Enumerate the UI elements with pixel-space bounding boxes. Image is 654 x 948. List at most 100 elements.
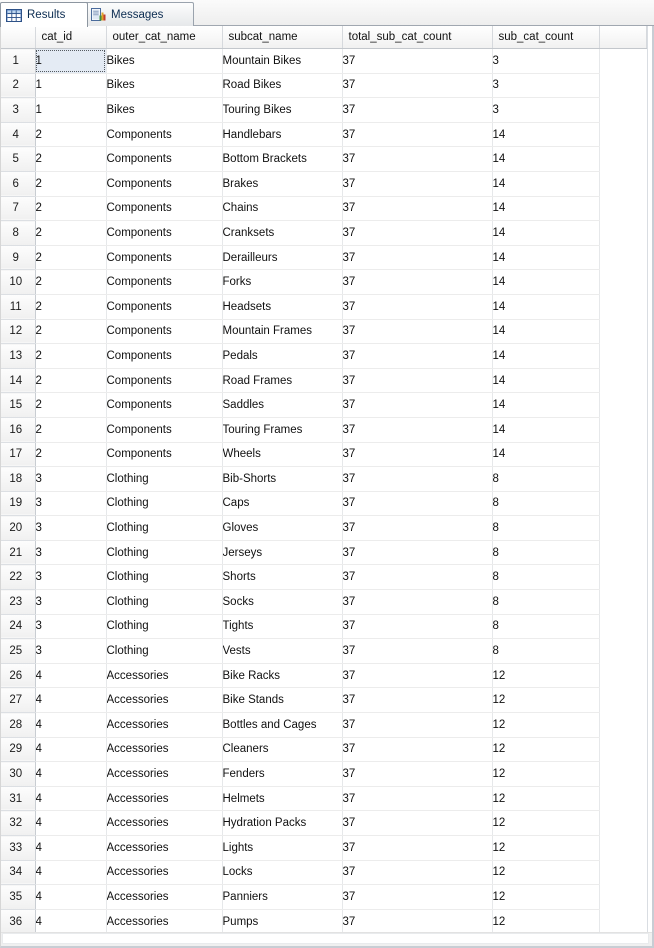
- cell-cat-id[interactable]: 4: [35, 663, 107, 689]
- cell-sub-cat-count[interactable]: 14: [492, 220, 600, 246]
- cell-sub-cat-count[interactable]: 14: [492, 417, 600, 443]
- row-header-cell[interactable]: 23: [1, 589, 36, 615]
- row-header-cell[interactable]: 9: [1, 245, 36, 271]
- cell-subcat-name[interactable]: Vests: [222, 638, 343, 664]
- cell-outer-cat-name[interactable]: Clothing: [106, 614, 223, 640]
- cell-cat-id[interactable]: 2: [35, 319, 107, 345]
- cell-outer-cat-name[interactable]: Accessories: [106, 884, 223, 910]
- table-row[interactable]: 29 4 Accessories Cleaners 37 12: [1, 737, 647, 763]
- cell-sub-cat-count[interactable]: 8: [492, 466, 600, 492]
- table-row[interactable]: 30 4 Accessories Fenders 37 12: [1, 761, 647, 787]
- table-row[interactable]: 6 2 Components Brakes 37 14: [1, 171, 647, 197]
- cell-total-sub-cat-count[interactable]: 37: [342, 860, 493, 886]
- cell-total-sub-cat-count[interactable]: 37: [342, 392, 493, 418]
- row-header-cell[interactable]: 10: [1, 269, 36, 295]
- cell-outer-cat-name[interactable]: Clothing: [106, 564, 223, 591]
- cell-cat-id[interactable]: 3: [35, 466, 107, 492]
- cell-subcat-name[interactable]: Panniers: [222, 884, 343, 910]
- cell-cat-id[interactable]: 1: [35, 73, 107, 99]
- cell-outer-cat-name[interactable]: Accessories: [106, 810, 223, 836]
- cell-total-sub-cat-count[interactable]: 37: [342, 810, 493, 836]
- cell-total-sub-cat-count[interactable]: 37: [342, 835, 493, 861]
- table-row[interactable]: 33 4 Accessories Lights 37 12: [1, 835, 647, 861]
- column-header-total-sub-cat-count[interactable]: total_sub_cat_count: [342, 26, 493, 49]
- cell-total-sub-cat-count[interactable]: 37: [342, 761, 493, 787]
- cell-outer-cat-name[interactable]: Clothing: [106, 540, 223, 566]
- cell-cat-id[interactable]: 4: [35, 737, 107, 763]
- row-header-cell[interactable]: 28: [1, 712, 36, 738]
- cell-total-sub-cat-count[interactable]: 37: [342, 491, 493, 517]
- row-header-cell[interactable]: 13: [1, 343, 36, 369]
- cell-outer-cat-name[interactable]: Clothing: [106, 466, 223, 492]
- cell-cat-id[interactable]: 3: [35, 614, 107, 640]
- row-header-cell[interactable]: 11: [1, 294, 36, 320]
- cell-subcat-name[interactable]: Pumps: [222, 909, 343, 932]
- cell-subcat-name[interactable]: Caps: [222, 491, 343, 517]
- table-row[interactable]: 34 4 Accessories Locks 37 12: [1, 860, 647, 886]
- cell-sub-cat-count[interactable]: 8: [492, 614, 600, 640]
- cell-outer-cat-name[interactable]: Components: [106, 171, 223, 197]
- cell-sub-cat-count[interactable]: 12: [492, 737, 600, 763]
- row-header-cell[interactable]: 7: [1, 196, 36, 222]
- row-header-cell[interactable]: 18: [1, 466, 36, 492]
- cell-sub-cat-count[interactable]: 12: [492, 663, 600, 689]
- cell-total-sub-cat-count[interactable]: 37: [342, 687, 493, 714]
- table-row[interactable]: 22 3 Clothing Shorts 37 8: [1, 564, 647, 591]
- row-header-cell[interactable]: 19: [1, 491, 36, 517]
- cell-outer-cat-name[interactable]: Components: [106, 368, 223, 394]
- cell-subcat-name[interactable]: Road Frames: [222, 368, 343, 394]
- cell-cat-id[interactable]: 2: [35, 294, 107, 320]
- cell-total-sub-cat-count[interactable]: 37: [342, 884, 493, 910]
- table-row[interactable]: 20 3 Clothing Gloves 37 8: [1, 515, 647, 541]
- column-header-cat-id[interactable]: cat_id: [35, 26, 107, 49]
- cell-subcat-name[interactable]: Road Bikes: [222, 73, 343, 99]
- cell-sub-cat-count[interactable]: 14: [492, 343, 600, 369]
- cell-cat-id[interactable]: 4: [35, 884, 107, 910]
- cell-outer-cat-name[interactable]: Clothing: [106, 638, 223, 664]
- cell-total-sub-cat-count[interactable]: 37: [342, 564, 493, 591]
- cell-sub-cat-count[interactable]: 14: [492, 245, 600, 271]
- cell-outer-cat-name[interactable]: Components: [106, 392, 223, 418]
- table-row[interactable]: 18 3 Clothing Bib-Shorts 37 8: [1, 466, 647, 492]
- cell-subcat-name[interactable]: Bottles and Cages: [222, 712, 343, 738]
- cell-cat-id[interactable]: 3: [35, 589, 107, 615]
- table-row[interactable]: 4 2 Components Handlebars 37 14: [1, 122, 647, 148]
- cell-subcat-name[interactable]: Bike Racks: [222, 663, 343, 689]
- cell-cat-id[interactable]: 1: [35, 48, 107, 74]
- cell-total-sub-cat-count[interactable]: 37: [342, 540, 493, 566]
- cell-cat-id[interactable]: 4: [35, 712, 107, 738]
- table-row[interactable]: 28 4 Accessories Bottles and Cages 37 12: [1, 712, 647, 738]
- cell-sub-cat-count[interactable]: 12: [492, 909, 600, 932]
- cell-outer-cat-name[interactable]: Accessories: [106, 761, 223, 787]
- cell-total-sub-cat-count[interactable]: 37: [342, 589, 493, 615]
- cell-total-sub-cat-count[interactable]: 37: [342, 368, 493, 394]
- cell-cat-id[interactable]: 2: [35, 196, 107, 222]
- cell-total-sub-cat-count[interactable]: 37: [342, 614, 493, 640]
- cell-sub-cat-count[interactable]: 14: [492, 319, 600, 345]
- cell-outer-cat-name[interactable]: Components: [106, 319, 223, 345]
- table-row[interactable]: 10 2 Components Forks 37 14: [1, 269, 647, 295]
- tab-results[interactable]: Results: [0, 2, 88, 27]
- cell-total-sub-cat-count[interactable]: 37: [342, 171, 493, 197]
- row-header-cell[interactable]: 30: [1, 761, 36, 787]
- cell-cat-id[interactable]: 2: [35, 442, 107, 468]
- cell-outer-cat-name[interactable]: Bikes: [106, 48, 223, 74]
- cell-sub-cat-count[interactable]: 14: [492, 392, 600, 418]
- cell-sub-cat-count[interactable]: 14: [492, 122, 600, 148]
- cell-sub-cat-count[interactable]: 12: [492, 687, 600, 714]
- cell-sub-cat-count[interactable]: 12: [492, 712, 600, 738]
- cell-cat-id[interactable]: 2: [35, 171, 107, 197]
- cell-total-sub-cat-count[interactable]: 37: [342, 269, 493, 295]
- cell-subcat-name[interactable]: Bottom Brackets: [222, 146, 343, 172]
- cell-outer-cat-name[interactable]: Bikes: [106, 73, 223, 99]
- cell-sub-cat-count[interactable]: 8: [492, 589, 600, 615]
- cell-subcat-name[interactable]: Touring Bikes: [222, 97, 343, 123]
- cell-sub-cat-count[interactable]: 8: [492, 638, 600, 664]
- cell-outer-cat-name[interactable]: Accessories: [106, 909, 223, 932]
- cell-total-sub-cat-count[interactable]: 37: [342, 466, 493, 492]
- row-header-cell[interactable]: 36: [1, 909, 36, 932]
- table-row[interactable]: 14 2 Components Road Frames 37 14: [1, 368, 647, 394]
- cell-total-sub-cat-count[interactable]: 37: [342, 122, 493, 148]
- row-header-cell[interactable]: 21: [1, 540, 36, 566]
- cell-cat-id[interactable]: 2: [35, 220, 107, 246]
